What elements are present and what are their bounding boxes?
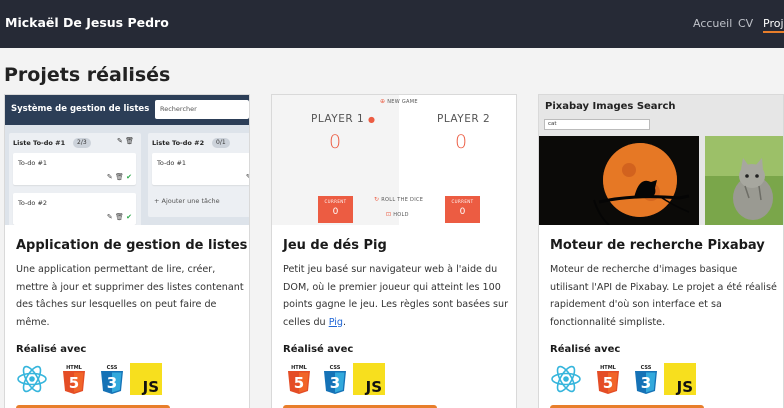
svg-text:HTML: HTML bbox=[66, 365, 83, 371]
js-icon: JS bbox=[664, 363, 696, 395]
roll-dice-control: ↻ ROLL THE DICE bbox=[374, 196, 424, 203]
player-2-panel: PLAYER 2 0 CURRENT 0 bbox=[399, 95, 516, 225]
made-with-label: Réalisé avec bbox=[550, 344, 621, 355]
project-screenshot-pig[interactable]: PLAYER 1 ● 0 CURRENT 0 PLAYER 2 0 CURREN… bbox=[272, 95, 516, 225]
lists-app-title: Système de gestion de listes bbox=[11, 104, 150, 114]
pixabay-app-title: Pixabay Images Search bbox=[545, 101, 676, 112]
svg-text:JS: JS bbox=[676, 378, 693, 395]
nav-link-cv[interactable]: CV bbox=[738, 17, 753, 30]
project-title: Moteur de recherche Pixabay bbox=[550, 238, 765, 253]
project-title: Jeu de dés Pig bbox=[283, 238, 387, 253]
project-title: Application de gestion de listes bbox=[16, 238, 248, 253]
project-description: Moteur de recherche d'images basique uti… bbox=[550, 264, 777, 328]
svg-text:5: 5 bbox=[69, 374, 79, 392]
list-count-badge: 2/3 bbox=[73, 138, 91, 148]
lists-app-header: Système de gestion de listes Rechercher bbox=[5, 95, 249, 125]
current-value: 0 bbox=[459, 207, 466, 217]
nav-link-projets[interactable]: Projets bbox=[763, 17, 784, 30]
nav-link-accueil[interactable]: Accueil bbox=[693, 17, 732, 30]
lists-search-input: Rechercher bbox=[155, 100, 249, 119]
css3-icon: CSS 3 bbox=[101, 365, 123, 394]
kitten-photo bbox=[705, 136, 783, 225]
html5-icon: HTML 5 bbox=[597, 365, 619, 394]
pig-rules-link[interactable]: Pig bbox=[329, 317, 343, 328]
current-score-box: CURRENT 0 bbox=[318, 196, 353, 223]
top-navbar: Mickaël De Jesus Pedro Accueil CV Projet… bbox=[0, 0, 784, 48]
site-brand[interactable]: Mickaël De Jesus Pedro bbox=[5, 15, 169, 30]
svg-text:3: 3 bbox=[641, 374, 651, 392]
project-screenshot-lists[interactable]: Système de gestion de listes Rechercher … bbox=[5, 95, 249, 225]
svg-text:HTML: HTML bbox=[291, 365, 308, 371]
pixabay-search-input: cat bbox=[544, 119, 650, 130]
html5-icon: HTML 5 bbox=[63, 365, 85, 394]
new-game-control: ⊕ NEW GAME bbox=[380, 98, 418, 105]
hold-control: ⊡ HOLD bbox=[386, 211, 409, 218]
svg-text:5: 5 bbox=[603, 374, 613, 392]
js-icon: JS bbox=[353, 363, 385, 395]
add-task-label: + Ajouter une tâche bbox=[154, 197, 220, 205]
task-label: To-do #1 bbox=[157, 159, 187, 167]
made-with-label: Réalisé avec bbox=[16, 344, 87, 355]
project-card-pixabay: Pixabay Images Search cat Moteur de rech… bbox=[538, 94, 784, 408]
task-item: To-do #1 ✎ 🗑 ✔ bbox=[13, 153, 136, 185]
svg-text:JS: JS bbox=[142, 378, 159, 395]
active-nav-indicator bbox=[763, 31, 784, 33]
svg-text:CSS: CSS bbox=[641, 365, 652, 371]
player-score: 0 bbox=[329, 131, 342, 153]
refresh-icon: ↻ bbox=[374, 196, 380, 203]
current-label: CURRENT bbox=[324, 199, 347, 204]
svg-text:JS: JS bbox=[365, 378, 382, 395]
list-actions-icons: ✎ 🗑 bbox=[117, 137, 134, 145]
list-name: Liste To-do #1 bbox=[13, 139, 66, 147]
list-name: Liste To-do #2 bbox=[152, 139, 205, 147]
moon-cat-photo bbox=[539, 136, 699, 225]
current-value: 0 bbox=[332, 207, 339, 217]
css3-icon: CSS 3 bbox=[635, 365, 657, 394]
page-title: Projets réalisés bbox=[4, 64, 171, 86]
player-name: PLAYER 2 bbox=[437, 113, 491, 125]
project-description: Petit jeu basé sur navigateur web à l'ai… bbox=[283, 264, 509, 328]
download-icon: ⊡ bbox=[386, 211, 392, 218]
css3-icon: CSS 3 bbox=[324, 365, 346, 394]
project-card-lists: Système de gestion de listes Rechercher … bbox=[4, 94, 250, 408]
js-icon: JS bbox=[130, 363, 162, 395]
react-icon bbox=[17, 365, 47, 393]
task-actions-icons: ✎ 🗑 ✔ bbox=[106, 173, 132, 181]
svg-text:3: 3 bbox=[330, 374, 340, 392]
current-label: CURRENT bbox=[451, 199, 474, 204]
task-item: To-do #1 ✎ 🗑 ✔ bbox=[152, 153, 249, 185]
svg-text:CSS: CSS bbox=[330, 365, 341, 371]
list-count-badge: 0/1 bbox=[212, 138, 230, 148]
made-with-label: Réalisé avec bbox=[283, 344, 354, 355]
react-icon bbox=[551, 365, 581, 393]
html5-icon: HTML 5 bbox=[288, 365, 310, 394]
svg-text:3: 3 bbox=[107, 374, 117, 392]
project-description: Une application permettant de lire, crée… bbox=[16, 264, 244, 328]
task-label: To-do #2 bbox=[18, 199, 48, 207]
plus-circle-icon: ⊕ bbox=[380, 98, 386, 105]
svg-text:CSS: CSS bbox=[107, 365, 118, 371]
svg-text:5: 5 bbox=[294, 374, 304, 392]
lists-app-body: Liste To-do #1 2/3 ✎ 🗑 To-do #1 ✎ 🗑 ✔ To… bbox=[5, 125, 249, 225]
list-column: Liste To-do #1 2/3 ✎ 🗑 To-do #1 ✎ 🗑 ✔ To… bbox=[9, 133, 141, 225]
project-screenshot-pixabay[interactable]: Pixabay Images Search cat bbox=[539, 95, 783, 225]
player-name: PLAYER 1 ● bbox=[311, 113, 376, 125]
task-item: To-do #2 ✎ 🗑 ✔ bbox=[13, 193, 136, 225]
task-label: To-do #1 bbox=[18, 159, 48, 167]
list-column: Liste To-do #2 0/1 ✎ 🗑 To-do #1 ✎ 🗑 ✔ + … bbox=[148, 133, 249, 217]
project-card-pig: PLAYER 1 ● 0 CURRENT 0 PLAYER 2 0 CURREN… bbox=[271, 94, 517, 408]
task-actions-icons: ✎ 🗑 ✔ bbox=[246, 173, 249, 181]
player-1-panel: PLAYER 1 ● 0 CURRENT 0 bbox=[272, 95, 399, 225]
svg-text:HTML: HTML bbox=[600, 365, 617, 371]
current-score-box: CURRENT 0 bbox=[445, 196, 480, 223]
player-score: 0 bbox=[455, 131, 468, 153]
task-actions-icons: ✎ 🗑 ✔ bbox=[106, 213, 132, 221]
